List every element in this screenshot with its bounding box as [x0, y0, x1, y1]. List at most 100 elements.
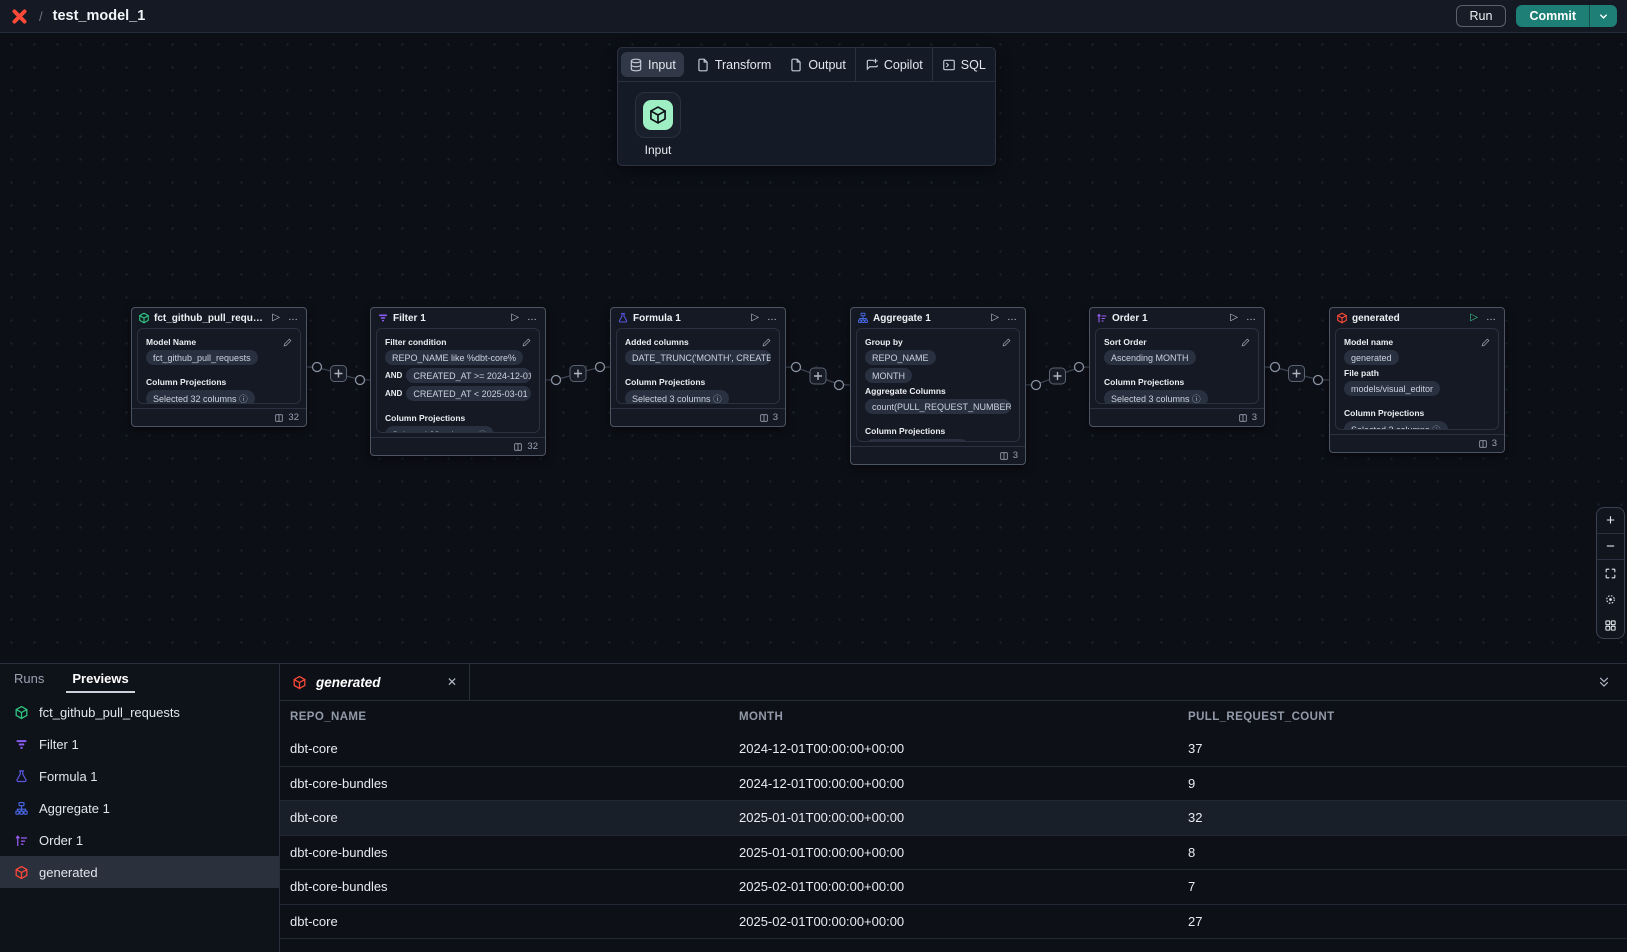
pencil-icon[interactable]	[1241, 338, 1250, 347]
more-icon[interactable]: …	[1484, 313, 1498, 323]
projections-chip[interactable]: Selected 32 columns ⓘ	[146, 390, 255, 404]
palette-tab-sql[interactable]: SQL	[933, 48, 995, 81]
column-count: 3	[773, 412, 778, 423]
table-row[interactable]: dbt-core-bundles 2024-12-01T00:00:00+00:…	[280, 767, 1627, 802]
add-step-button[interactable]	[331, 366, 347, 382]
node-title: Formula 1	[633, 313, 745, 324]
node-formula-1[interactable]: Formula 1 ▷ … Added columns DATE_TRUNC('…	[610, 307, 786, 427]
more-icon[interactable]: …	[1244, 313, 1258, 323]
projections-chip[interactable]: Selected 3 columns ⓘ	[1344, 421, 1448, 430]
pencil-icon[interactable]	[283, 338, 292, 347]
projections-chip[interactable]: Selected 3 columns ⓘ	[865, 439, 969, 442]
aggregate-column-chip[interactable]: count(PULL_REQUEST_NUMBER) as ...	[865, 399, 1011, 414]
node-generated[interactable]: generated ▷ … Model name generated File …	[1329, 307, 1505, 453]
run-button[interactable]: Run	[1456, 5, 1507, 27]
projections-chip[interactable]: Selected 3 columns ⓘ	[1104, 390, 1208, 404]
play-icon[interactable]: ▷	[1468, 313, 1480, 323]
column-header[interactable]: MONTH	[729, 711, 1178, 723]
pencil-icon[interactable]	[762, 338, 771, 347]
fit-view-button[interactable]	[1597, 560, 1624, 586]
palette-body: Input	[618, 82, 995, 165]
column-count: 32	[527, 441, 538, 452]
more-icon[interactable]: …	[525, 313, 539, 323]
tab-runs[interactable]: Runs	[14, 671, 44, 686]
play-icon[interactable]: ▷	[270, 313, 282, 323]
palette-tab-copilot[interactable]: Copilot	[856, 48, 932, 81]
more-icon[interactable]: …	[765, 313, 779, 323]
filter-condition-chip[interactable]: CREATED_AT >= 2024-12-01	[406, 368, 531, 383]
filter-condition-chip[interactable]: CREATED_AT < 2025-03-01	[406, 386, 531, 401]
table-row[interactable]: dbt-core 2025-02-01T00:00:00+00:00 27	[280, 905, 1627, 940]
node-filter-1[interactable]: Filter 1 ▷ … Filter condition REPO_NAME …	[370, 307, 546, 456]
play-icon[interactable]: ▷	[1228, 313, 1240, 323]
tab-previews[interactable]: Previews	[72, 671, 128, 686]
locate-button[interactable]	[1597, 586, 1624, 612]
input-node-tile[interactable]	[635, 92, 681, 138]
model-name-chip[interactable]: fct_github_pull_requests	[146, 350, 258, 365]
node-order-1[interactable]: Order 1 ▷ … Sort Order Ascending MONTH C…	[1089, 307, 1265, 427]
zoom-in-button[interactable]: +	[1597, 508, 1624, 534]
pencil-icon[interactable]	[1481, 338, 1490, 347]
palette-item-input[interactable]: Input	[632, 92, 684, 157]
collapse-panel-button[interactable]	[1597, 675, 1611, 689]
palette-tab-label: Output	[808, 58, 846, 72]
field-label: Column Projections	[1344, 408, 1424, 418]
table-row[interactable]: dbt-core 2024-12-01T00:00:00+00:00 37	[280, 732, 1627, 767]
table-row[interactable]: dbt-core-bundles 2025-02-01T00:00:00+00:…	[280, 870, 1627, 905]
add-step-button[interactable]	[1050, 368, 1066, 384]
projections-chip[interactable]: Selected 32 columns ⓘ	[385, 426, 494, 433]
dbt-logo-icon[interactable]	[10, 7, 29, 26]
node-footer: 3	[1330, 434, 1504, 452]
commit-button[interactable]: Commit	[1516, 5, 1589, 27]
node-fct-github-pull-requests[interactable]: fct_github_pull_requests ▷ … Model Name …	[131, 307, 307, 427]
filter-condition-chip[interactable]: REPO_NAME like %dbt-core%	[385, 350, 523, 365]
preview-tab-generated[interactable]: generated ✕	[280, 664, 470, 700]
add-step-button[interactable]	[810, 368, 826, 384]
palette-tab-transform[interactable]: Transform	[687, 48, 781, 81]
sidebar-item-filter-1[interactable]: Filter 1	[0, 728, 279, 760]
node-aggregate-1[interactable]: Aggregate 1 ▷ … Group by REPO_NAME MONTH…	[850, 307, 1026, 465]
palette-tab-output[interactable]: Output	[780, 48, 855, 81]
sidebar-item-aggregate-1[interactable]: Aggregate 1	[0, 792, 279, 824]
pencil-icon[interactable]	[1002, 338, 1011, 347]
layout-button[interactable]	[1597, 612, 1624, 638]
more-icon[interactable]: …	[286, 313, 300, 323]
palette-tab-input[interactable]: Input	[621, 52, 684, 77]
more-icon[interactable]: …	[1005, 313, 1019, 323]
add-step-button[interactable]	[570, 366, 586, 382]
node-body: Filter condition REPO_NAME like %dbt-cor…	[371, 328, 545, 433]
cube-icon	[138, 312, 150, 324]
projections-chip[interactable]: Selected 3 columns ⓘ	[625, 390, 729, 404]
group-by-chip[interactable]: REPO_NAME	[865, 350, 936, 365]
cell-month: 2024-12-01T00:00:00+00:00	[729, 741, 1178, 756]
sidebar-item-order-1[interactable]: Order 1	[0, 824, 279, 856]
model-name-chip[interactable]: generated	[1344, 350, 1399, 365]
play-icon[interactable]: ▷	[749, 313, 761, 323]
table-row[interactable]: dbt-core 2025-01-01T00:00:00+00:00 32	[280, 801, 1627, 836]
sidebar-item-formula-1[interactable]: Formula 1	[0, 760, 279, 792]
column-count: 3	[1013, 450, 1018, 461]
cell-pull-request-count: 37	[1178, 741, 1627, 756]
field-label: Added columns	[625, 337, 689, 347]
close-icon[interactable]: ✕	[447, 675, 457, 689]
table-row[interactable]: dbt-core-bundles 2025-01-01T00:00:00+00:…	[280, 836, 1627, 871]
cell-pull-request-count: 9	[1178, 776, 1627, 791]
added-column-chip[interactable]: DATE_TRUNC('MONTH', CREATED_AT...	[625, 350, 771, 365]
sidebar-item-fct-github-pull-requests[interactable]: fct_github_pull_requests	[0, 696, 279, 728]
commit-dropdown-button[interactable]	[1589, 5, 1617, 27]
play-icon[interactable]: ▷	[509, 313, 521, 323]
column-header[interactable]: PULL_REQUEST_COUNT	[1178, 711, 1627, 723]
play-icon[interactable]: ▷	[989, 313, 1001, 323]
zoom-out-button[interactable]: −	[1597, 534, 1624, 560]
cube-icon	[292, 675, 307, 690]
sort-order-chip[interactable]: Ascending MONTH	[1104, 350, 1196, 365]
sql-icon	[942, 58, 956, 72]
add-step-button[interactable]	[1289, 366, 1305, 382]
field-label: Model name	[1344, 337, 1393, 347]
file-path-chip[interactable]: models/visual_editor	[1344, 381, 1440, 396]
dag-canvas[interactable]: Input Transform Output Copilot	[0, 33, 1627, 663]
column-header[interactable]: REPO_NAME	[280, 711, 729, 723]
sidebar-item-generated[interactable]: generated	[0, 856, 279, 888]
pencil-icon[interactable]	[522, 338, 531, 347]
group-by-chip[interactable]: MONTH	[865, 368, 912, 383]
